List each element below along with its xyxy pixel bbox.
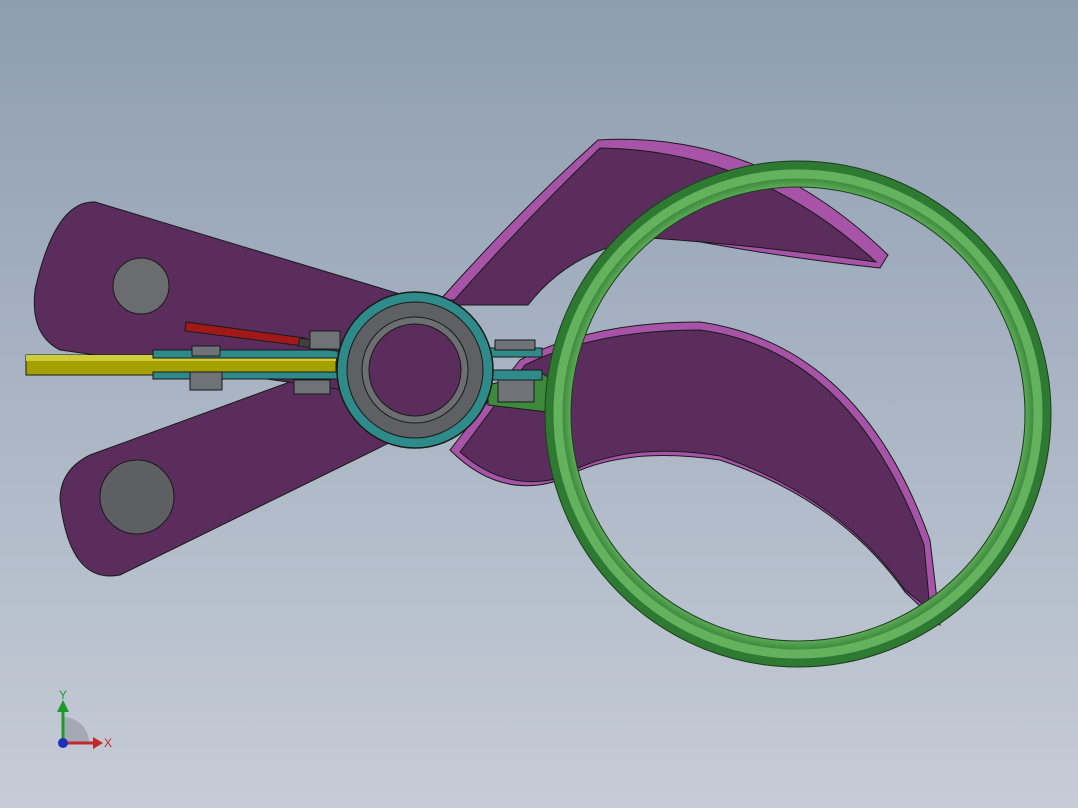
left-link-plate-bottom bbox=[152, 371, 339, 380]
right-bolt-bottom bbox=[497, 379, 535, 403]
x-axis-label: X bbox=[104, 736, 112, 750]
graphics-viewport[interactable]: Y X bbox=[0, 0, 1078, 808]
left-link-plate-top bbox=[152, 349, 339, 359]
left-bolt-bottom bbox=[189, 371, 223, 391]
model-canvas[interactable]: Y X bbox=[0, 0, 1078, 808]
left-bolt-top bbox=[191, 345, 221, 357]
hub-center bbox=[368, 323, 462, 417]
right-bracket-bottom bbox=[485, 369, 543, 381]
x-axis-arrow bbox=[93, 737, 103, 749]
lower-left-pin-hole bbox=[99, 459, 175, 535]
triad-arc bbox=[63, 717, 89, 743]
z-axis-dot bbox=[58, 738, 68, 748]
mid-bolt-bottom bbox=[293, 379, 331, 395]
mid-bolt-top bbox=[309, 330, 341, 350]
right-bolt-top bbox=[494, 339, 536, 351]
upper-left-pin-hole bbox=[112, 257, 170, 315]
coordinate-triad: Y X bbox=[57, 688, 112, 750]
y-axis-label: Y bbox=[59, 688, 67, 702]
